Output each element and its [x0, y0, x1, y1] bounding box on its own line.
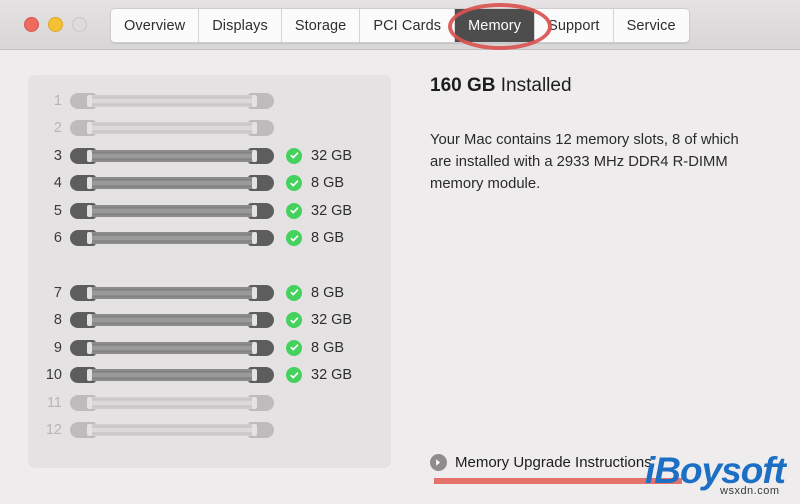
- memory-slot-number: 3: [28, 148, 70, 164]
- empty-slot-icon: [70, 120, 274, 136]
- memory-slot-row: 4 8 GB: [28, 170, 391, 198]
- tab-storage[interactable]: Storage: [282, 9, 361, 42]
- memory-slot-row: 12: [28, 417, 391, 445]
- tab-overview[interactable]: Overview: [111, 9, 199, 42]
- memory-slot-row: 9 8 GB: [28, 334, 391, 362]
- system-information-window: Overview Displays Storage PCI Cards Memo…: [0, 0, 800, 504]
- check-circle-icon: [286, 230, 302, 246]
- check-circle-icon: [286, 367, 302, 383]
- memory-slot-row: 7 8 GB: [28, 279, 391, 307]
- memory-slot-size: 32 GB: [311, 203, 352, 219]
- title-bar: Overview Displays Storage PCI Cards Memo…: [0, 0, 800, 50]
- memory-slot-row: 10 32 GB: [28, 362, 391, 390]
- tab-support[interactable]: Support: [535, 9, 614, 42]
- tab-displays[interactable]: Displays: [199, 9, 282, 42]
- memory-slot-size: 8 GB: [311, 175, 344, 191]
- tab-bar: Overview Displays Storage PCI Cards Memo…: [110, 8, 690, 43]
- memory-slot-row: 11: [28, 389, 391, 417]
- memory-slot-size: 32 GB: [311, 148, 352, 164]
- memory-slot-row: 8 32 GB: [28, 307, 391, 335]
- memory-slot-number: 12: [28, 422, 70, 438]
- memory-slot-number: 10: [28, 367, 70, 383]
- memory-slot-status: 8 GB: [286, 285, 344, 301]
- memory-slot-size: 32 GB: [311, 312, 352, 328]
- memory-module-icon: [70, 285, 274, 301]
- memory-slot-number: 6: [28, 230, 70, 246]
- memory-slot-number: 4: [28, 175, 70, 191]
- memory-slot-row: 3 32 GB: [28, 142, 391, 170]
- check-circle-icon: [286, 285, 302, 301]
- memory-module-icon: [70, 340, 274, 356]
- memory-module-icon: [70, 312, 274, 328]
- tab-service[interactable]: Service: [614, 9, 689, 42]
- check-circle-icon: [286, 148, 302, 164]
- minimize-button[interactable]: [48, 17, 63, 32]
- zoom-button: [72, 17, 87, 32]
- memory-slot-status: 32 GB: [286, 148, 352, 164]
- installed-summary: 160 GB Installed: [430, 75, 775, 97]
- memory-module-icon: [70, 367, 274, 383]
- memory-upgrade-instructions-link[interactable]: Memory Upgrade Instructions: [430, 454, 652, 471]
- tab-pci-cards[interactable]: PCI Cards: [360, 9, 455, 42]
- memory-slot-list: 12332 GB48 GB532 GB68 GB78 GB832 GB98 GB…: [28, 87, 391, 444]
- memory-slot-row: 5 32 GB: [28, 197, 391, 225]
- memory-slots-panel: 12332 GB48 GB532 GB68 GB78 GB832 GB98 GB…: [28, 75, 391, 468]
- memory-slot-size: 8 GB: [311, 230, 344, 246]
- memory-slot-status: 32 GB: [286, 312, 352, 328]
- tab-memory[interactable]: Memory: [455, 9, 535, 42]
- check-circle-icon: [286, 340, 302, 356]
- content-area: 12332 GB48 GB532 GB68 GB78 GB832 GB98 GB…: [0, 50, 800, 504]
- installed-label: Installed: [501, 75, 572, 96]
- memory-slot-status: 8 GB: [286, 175, 344, 191]
- memory-slot-status: 32 GB: [286, 367, 352, 383]
- memory-slot-status: 8 GB: [286, 340, 344, 356]
- memory-module-icon: [70, 175, 274, 191]
- check-circle-icon: [286, 175, 302, 191]
- memory-slot-size: 8 GB: [311, 285, 344, 301]
- check-circle-icon: [286, 312, 302, 328]
- memory-slot-number: 8: [28, 312, 70, 328]
- check-circle-icon: [286, 203, 302, 219]
- memory-description: Your Mac contains 12 memory slots, 8 of …: [430, 129, 760, 196]
- memory-info-panel: 160 GB Installed Your Mac contains 12 me…: [430, 75, 775, 196]
- empty-slot-icon: [70, 93, 274, 109]
- memory-slot-number: 5: [28, 203, 70, 219]
- installed-amount: 160 GB: [430, 75, 495, 96]
- empty-slot-icon: [70, 422, 274, 438]
- memory-slot-number: 1: [28, 93, 70, 109]
- memory-slot-row: 1: [28, 87, 391, 115]
- memory-slot-number: 11: [28, 395, 70, 411]
- memory-slot-number: 7: [28, 285, 70, 301]
- memory-module-icon: [70, 230, 274, 246]
- memory-slot-number: 2: [28, 120, 70, 136]
- arrow-right-icon: [430, 454, 447, 471]
- empty-slot-icon: [70, 395, 274, 411]
- memory-slot-number: 9: [28, 340, 70, 356]
- memory-slot-size: 8 GB: [311, 340, 344, 356]
- memory-slot-status: 8 GB: [286, 230, 344, 246]
- memory-module-icon: [70, 148, 274, 164]
- window-controls: [24, 17, 87, 32]
- memory-slot-row: 2: [28, 115, 391, 143]
- memory-slot-row: 6 8 GB: [28, 225, 391, 253]
- upgrade-link-label: Memory Upgrade Instructions: [455, 454, 652, 471]
- memory-slot-size: 32 GB: [311, 367, 352, 383]
- close-button[interactable]: [24, 17, 39, 32]
- annotation-underline-upgrade-link: [434, 478, 682, 484]
- memory-module-icon: [70, 203, 274, 219]
- memory-slot-status: 32 GB: [286, 203, 352, 219]
